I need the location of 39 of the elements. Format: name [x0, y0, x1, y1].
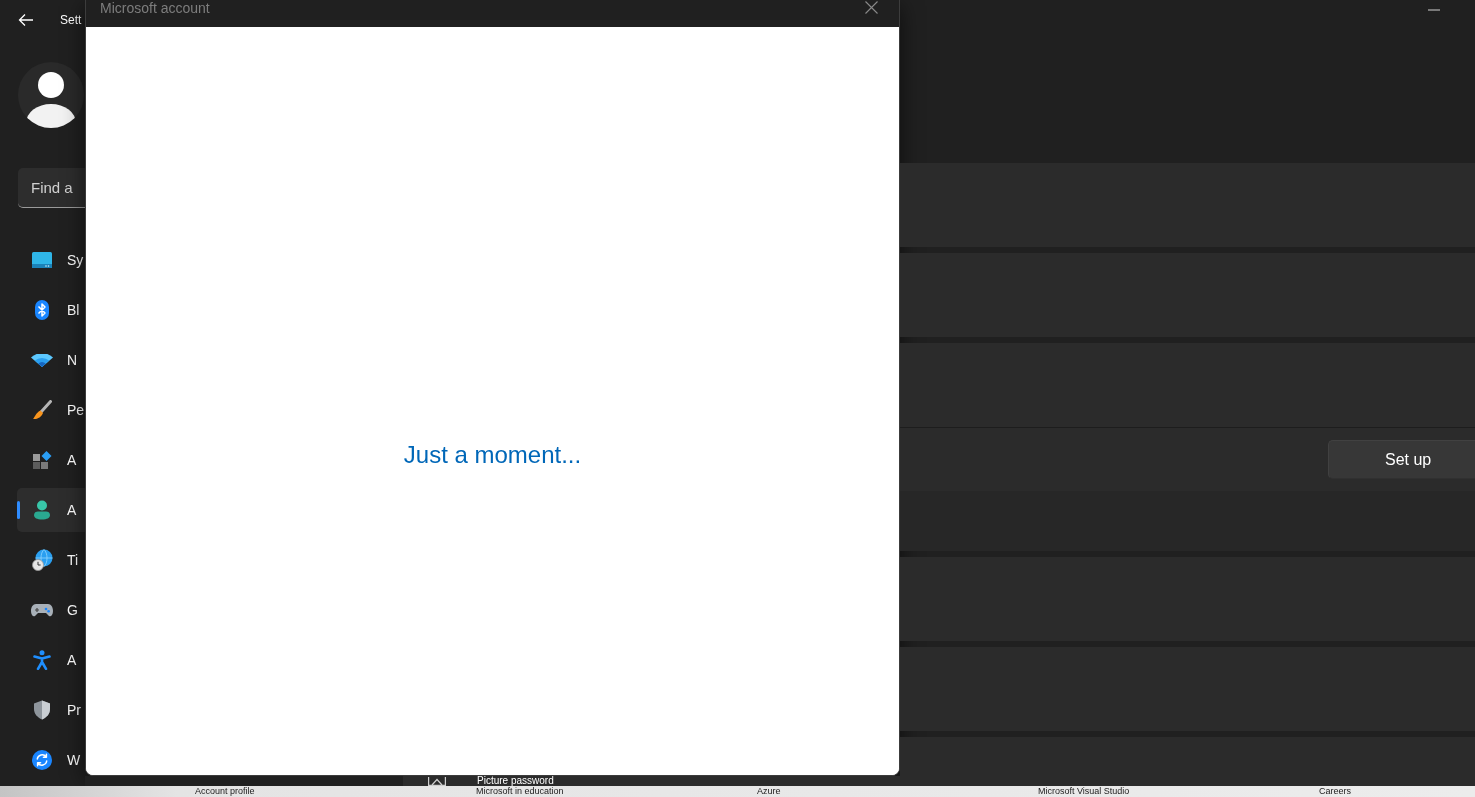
close-button[interactable] [865, 1, 878, 14]
nav-item[interactable]: G [17, 588, 85, 632]
footer-link[interactable]: Microsoft Visual Studio [1038, 786, 1130, 797]
dialog-title: Microsoft account [100, 0, 210, 16]
footer-link[interactable]: Azure [757, 786, 781, 797]
nav-item[interactable]: Pr [17, 688, 85, 732]
nav-item[interactable]: A [17, 488, 85, 532]
nav-item[interactable]: A [17, 638, 85, 682]
set-up-button[interactable]: Set up [1328, 440, 1475, 479]
loading-message: Just a moment... [403, 441, 582, 469]
minimize-icon [1428, 9, 1440, 11]
nav-item[interactable]: Ti [17, 538, 85, 582]
shield-icon [33, 700, 51, 720]
back-arrow-icon [18, 13, 34, 27]
back-button[interactable] [18, 13, 34, 27]
monitor-icon [32, 252, 52, 268]
search-field[interactable]: Find a [18, 168, 85, 208]
close-icon [865, 1, 878, 14]
nav-item[interactable]: W [17, 738, 85, 782]
wifi-icon [31, 353, 53, 367]
apps-grid-icon [32, 450, 52, 470]
footer-link[interactable]: Account profile [195, 786, 255, 797]
footer-link[interactable]: Microsoft in education [476, 786, 564, 797]
nav-item[interactable]: A [17, 438, 85, 482]
window-title: Sett [60, 13, 82, 27]
picture-frame-icon [428, 776, 446, 786]
globe-clock-icon [31, 549, 53, 571]
paintbrush-icon [32, 400, 52, 420]
nav-item[interactable]: Bl [17, 288, 85, 332]
nav-item[interactable]: Pe [17, 388, 85, 432]
sync-arrows-icon [32, 750, 52, 770]
footer-link[interactable]: Careers [1319, 786, 1351, 797]
row-title: Picture password [477, 776, 554, 786]
accessibility-figure-icon [33, 650, 51, 670]
person-icon [33, 500, 51, 520]
bluetooth-icon [35, 300, 49, 320]
nav-item[interactable]: N [17, 338, 85, 382]
nav-item[interactable]: Sy [17, 238, 85, 282]
gamepad-icon [31, 603, 53, 617]
